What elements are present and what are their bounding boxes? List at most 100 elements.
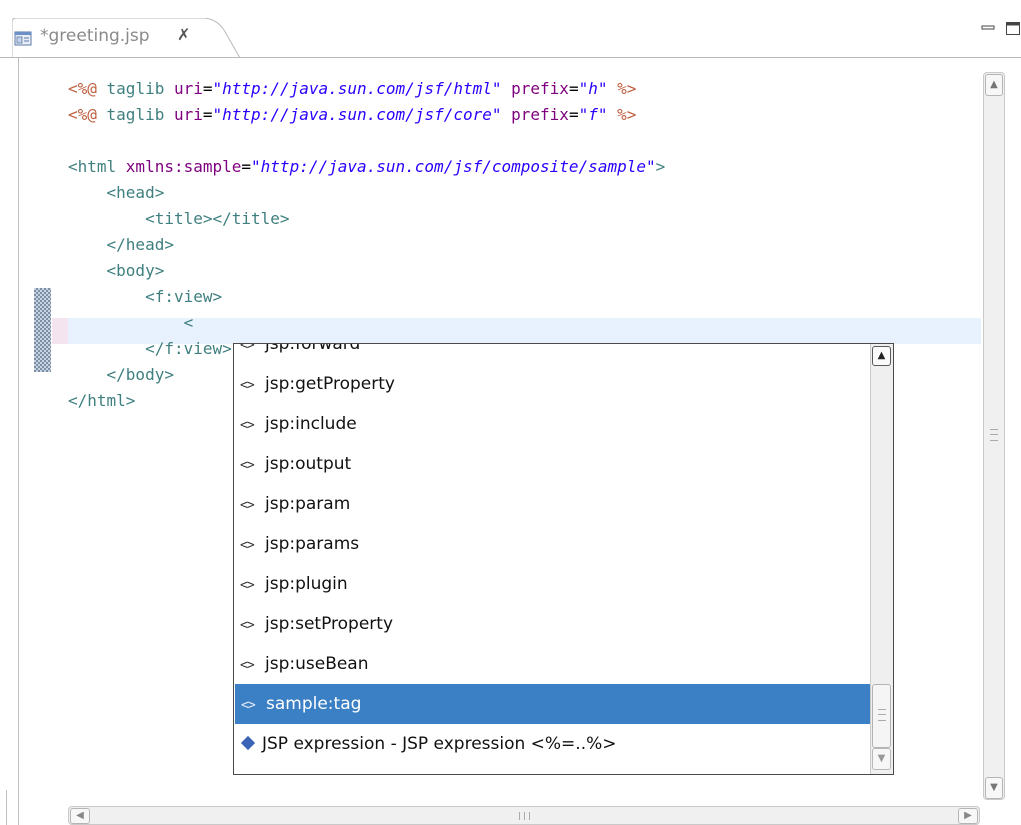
content-assist-item-label: jsp:useBean <box>265 654 369 674</box>
code-token: uri <box>173 105 203 124</box>
code-token: </head> <box>68 235 174 254</box>
code-line[interactable]: <title></title> <box>68 206 665 232</box>
code-token: < <box>68 313 194 332</box>
code-token: = <box>202 79 213 98</box>
code-line[interactable]: <%@ taglib uri="http://java.sun.com/jsf/… <box>68 76 665 102</box>
editor-horizontal-scrollbar[interactable]: ◀ ▶ <box>68 806 980 825</box>
content-assist-item-label: sample:tag <box>266 694 362 714</box>
content-assist-item[interactable]: <> jsp:include <box>234 404 871 444</box>
code-token: <html <box>68 157 126 176</box>
code-line[interactable]: </head> <box>68 232 665 258</box>
content-assist-popup[interactable]: <> jsp:forward <> jsp:getProperty <> jsp:incl… <box>233 343 894 775</box>
content-assist-item-label: JSP expression - JSP expression <%=..%> <box>262 734 617 754</box>
jsp-file-icon <box>14 31 32 46</box>
code-token: = <box>568 79 579 98</box>
code-token: <%@ <box>68 105 97 124</box>
content-assist-item-label: jsp:plugin <box>265 574 348 594</box>
scroll-grip-icon <box>990 429 998 441</box>
content-assist-item[interactable]: <> jsp:forward <box>234 343 871 364</box>
content-assist-item-label: jsp:params <box>265 534 360 554</box>
code-token: %> <box>607 79 637 98</box>
tag-icon: <> <box>240 458 255 473</box>
code-token: uri <box>173 79 203 98</box>
code-line[interactable]: <f:view> <box>68 284 665 310</box>
content-assist-item[interactable]: JSP expression - JSP expression <%=..%> <box>234 724 871 764</box>
tag-icon: <> <box>240 498 255 513</box>
tag-icon: <> <box>241 698 256 713</box>
tag-icon: <> <box>240 378 255 393</box>
code-token: <title></title> <box>68 209 290 228</box>
content-assist-item[interactable]: <> jsp:setProperty <box>234 604 871 644</box>
content-assist-list[interactable]: <> jsp:forward <> jsp:getProperty <> jsp:incl… <box>234 343 871 764</box>
scroll-grip-icon <box>519 812 530 820</box>
scroll-thumb[interactable] <box>872 684 891 748</box>
tag-icon: <> <box>240 418 255 433</box>
content-assist-item-label: jsp:forward <box>265 343 361 354</box>
code-line[interactable]: <body> <box>68 258 665 284</box>
code-token: prefix <box>511 105 569 124</box>
line-marker <box>52 318 68 344</box>
content-assist-item[interactable]: <> jsp:plugin <box>234 564 871 604</box>
tag-icon: <> <box>240 658 255 673</box>
code-token: prefix <box>511 79 569 98</box>
code-token: = <box>568 105 579 124</box>
scroll-up-arrow-icon[interactable]: ▲ <box>985 74 1003 96</box>
content-assist-item[interactable]: <> sample:tag <box>235 684 871 724</box>
scroll-right-arrow-icon[interactable]: ▶ <box>958 808 978 824</box>
code-line[interactable]: <%@ taglib uri="http://java.sun.com/jsf/… <box>68 102 665 128</box>
code-token: </f:view> <box>68 339 232 358</box>
code-token: taglib <box>96 105 174 124</box>
scroll-up-arrow-icon[interactable]: ▲ <box>872 346 891 366</box>
tag-icon: <> <box>240 618 255 633</box>
scroll-grip-icon <box>878 709 886 721</box>
content-assist-item-label: jsp:setProperty <box>265 614 394 634</box>
code-line[interactable] <box>68 128 665 154</box>
content-assist-item-label: jsp:output <box>265 454 352 474</box>
annotation-ruler-marker[interactable] <box>34 288 51 372</box>
content-assist-scrollbar[interactable]: ▲ ▼ <box>870 344 893 774</box>
scroll-down-arrow-icon[interactable]: ▼ <box>985 777 1003 799</box>
content-assist-item[interactable]: <> jsp:param <box>234 484 871 524</box>
content-assist-item[interactable]: <> jsp:params <box>234 524 871 564</box>
editor-vertical-scrollbar[interactable]: ▲ ▼ <box>983 72 1005 800</box>
maximize-icon[interactable] <box>1005 20 1021 36</box>
content-assist-item[interactable]: <> jsp:getProperty <box>234 364 871 404</box>
tag-icon: <> <box>240 343 255 353</box>
tag-icon: <> <box>240 538 255 553</box>
code-token: "http://java.sun.com/jsf/composite/sampl… <box>251 157 656 176</box>
code-token: "http://java.sun.com/jsf/html" <box>212 79 502 98</box>
scroll-left-arrow-icon[interactable]: ◀ <box>70 808 90 824</box>
code-line[interactable]: <html xmlns:sample="http://java.sun.com/… <box>68 154 665 180</box>
content-assist-item-label: jsp:getProperty <box>265 374 395 394</box>
code-token: <f:view> <box>68 287 223 306</box>
scroll-down-arrow-icon[interactable]: ▼ <box>872 748 891 770</box>
code-token: "f" <box>578 105 608 124</box>
code-token: "h" <box>578 79 608 98</box>
code-token: <body> <box>68 261 165 280</box>
content-assist-item[interactable]: <> jsp:output <box>234 444 871 484</box>
code-token: = <box>241 157 252 176</box>
content-assist-item-label: jsp:param <box>265 494 351 514</box>
code-token: </html> <box>68 391 136 410</box>
code-token: "http://java.sun.com/jsf/core" <box>212 105 502 124</box>
minimize-icon[interactable] <box>980 20 1000 36</box>
code-token: = <box>202 105 213 124</box>
code-token: <head> <box>68 183 165 202</box>
editor-tab-bar: *greeting.jsp ✗ <box>0 0 1021 58</box>
content-assist-item-label: jsp:include <box>265 414 357 434</box>
code-line[interactable]: < <box>68 310 665 336</box>
view-edge <box>6 790 7 825</box>
tab-title: *greeting.jsp <box>40 26 150 46</box>
content-assist-item[interactable]: <> jsp:useBean <box>234 644 871 684</box>
code-token: %> <box>607 105 637 124</box>
close-icon[interactable]: ✗ <box>177 25 190 44</box>
tag-icon: <> <box>240 578 255 593</box>
code-line[interactable]: <head> <box>68 180 665 206</box>
code-token: <%@ <box>68 79 97 98</box>
code-token: </body> <box>68 365 174 384</box>
code-token: > <box>655 157 666 176</box>
code-token: taglib <box>96 79 174 98</box>
template-icon <box>240 735 256 751</box>
